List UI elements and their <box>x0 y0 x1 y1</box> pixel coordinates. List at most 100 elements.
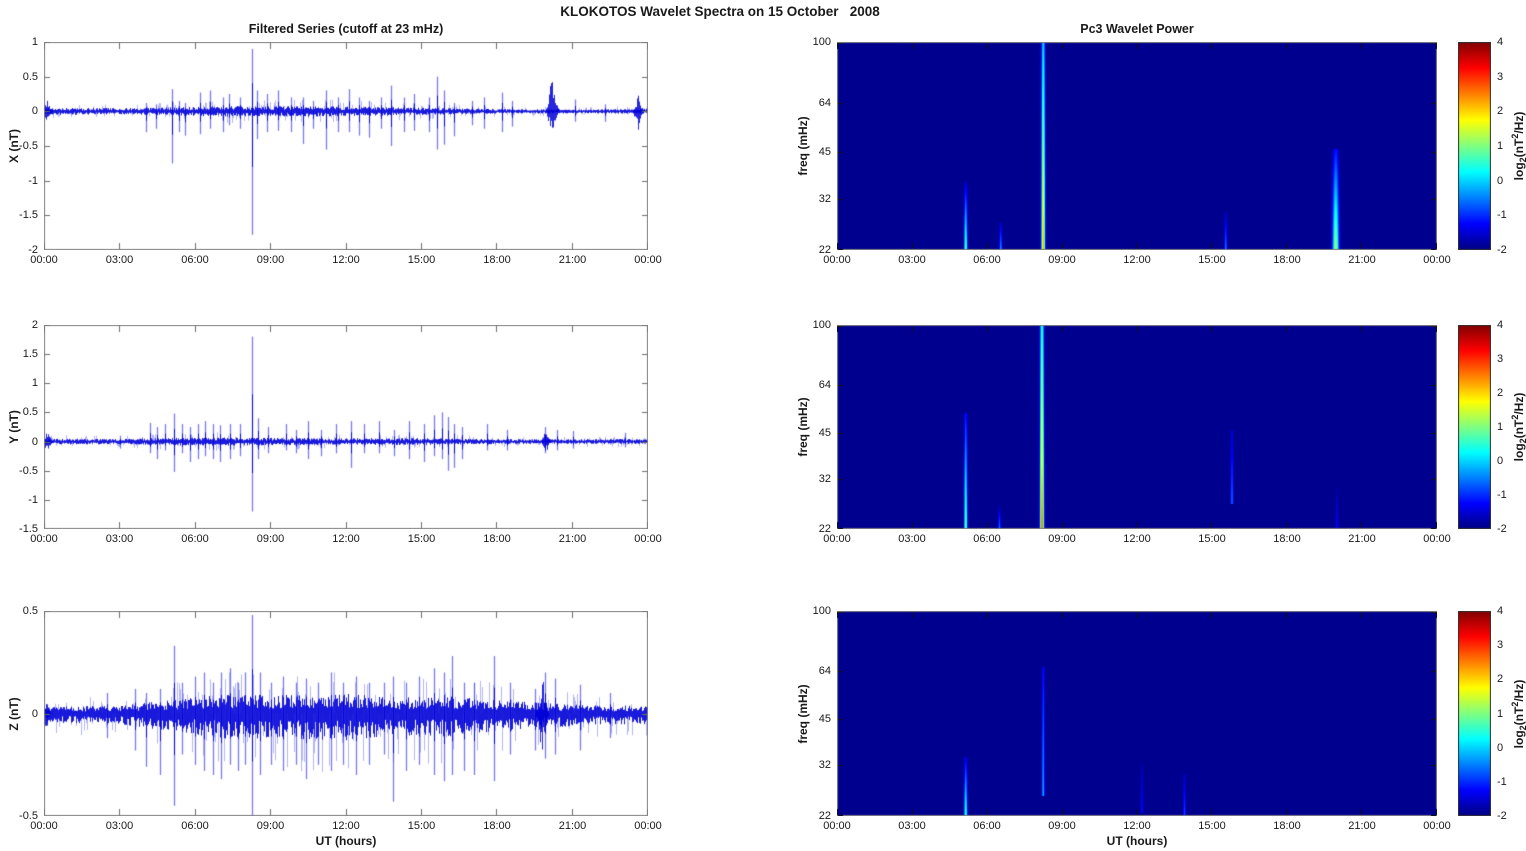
y-tick-label: 0.5 <box>22 70 38 83</box>
y-wavelet-power-panel <box>837 325 1437 529</box>
colorbar-label-mid: (nT <box>1511 419 1526 439</box>
colorbar-tick-label: 1 <box>1497 140 1504 152</box>
colorbar-label-sup: 2 <box>1509 414 1520 420</box>
y-tick-label: 32 <box>818 192 831 205</box>
x-tick-label: 09:00 <box>1048 533 1076 545</box>
x-tick-label: 12:00 <box>332 820 360 832</box>
filtered-series-title: Filtered Series (cutoff at 23 mHz) <box>248 22 444 36</box>
x-tick-label: 06:00 <box>973 820 1001 832</box>
colorbar-label-sub: 2 <box>1518 157 1526 162</box>
y-wavelet-power-plot <box>837 325 1437 529</box>
colorbar-label-end: /Hz) <box>1511 679 1526 702</box>
ut-hours-label-left: UT (hours) <box>315 834 377 848</box>
colorbar-label-mid: (nT <box>1511 706 1526 725</box>
y-filtered-series-plot <box>44 325 648 529</box>
colorbar-tick-label: 4 <box>1497 319 1504 331</box>
colorbar-tick-label: 2 <box>1497 387 1504 399</box>
x-tick-label: 15:00 <box>407 820 436 832</box>
colorbar-middle <box>1458 325 1491 529</box>
colorbar-top <box>1458 42 1491 250</box>
colorbar-middle-gradient <box>1458 325 1491 529</box>
colorbar-tick-label: 2 <box>1497 105 1504 118</box>
y-tick-label: 100 <box>812 605 831 617</box>
colorbar-tick-label: -2 <box>1497 244 1507 256</box>
x-tick-label: 15:00 <box>1198 820 1226 832</box>
colorbar-label-end: /Hz) <box>1511 111 1526 134</box>
y-filtered-series-panel <box>44 325 648 529</box>
x-tick-label: 12:00 <box>1123 254 1151 266</box>
y-tick-label: 22 <box>818 244 831 256</box>
colorbar-top-gradient <box>1458 42 1491 250</box>
y-tick-label: 45 <box>818 426 831 439</box>
colorbar-tick-label: 4 <box>1497 36 1504 48</box>
x-tick-label: 00:00 <box>634 254 662 266</box>
y-tick-label: 2 <box>31 319 38 331</box>
y-tick-label: 1 <box>31 36 38 48</box>
colorbar-label-base: log <box>1511 729 1526 748</box>
x-tick-label: 15:00 <box>1198 254 1226 266</box>
x-filtered-series-plot <box>44 42 648 250</box>
figure-title: KLOKOTOS Wavelet Spectra on 15 October 2… <box>560 4 880 19</box>
y-tick-label: -1 <box>28 174 38 187</box>
colorbar-tick-label: 0 <box>1497 455 1504 467</box>
colorbar-tick-label: 4 <box>1497 605 1504 617</box>
y-tick-label: 32 <box>818 472 831 485</box>
x-tick-label: 06:00 <box>181 820 209 832</box>
x-tick-label: 12:00 <box>332 254 360 266</box>
x-tick-label: 09:00 <box>1048 820 1076 832</box>
y-tick-label: 0.5 <box>22 406 38 419</box>
colorbar-tick-label: 1 <box>1497 421 1504 433</box>
colorbar-label-sup: 2 <box>1509 701 1520 707</box>
x-tick-label: 21:00 <box>558 254 587 266</box>
y-tick-label: 64 <box>818 379 831 392</box>
colorbar-tick-label: -2 <box>1497 810 1507 822</box>
x-tick-label: 21:00 <box>558 533 587 545</box>
colorbar-label-bottom: log2(nT2/Hz) <box>1510 679 1526 748</box>
y-tick-label: 64 <box>818 665 831 678</box>
colorbar-label-sub: 2 <box>1518 725 1526 730</box>
x-tick-label: 21:00 <box>1348 254 1376 266</box>
x-tick-label: 18:00 <box>1273 820 1301 832</box>
x-tick-label: 18:00 <box>483 533 511 545</box>
x-tick-label: 03:00 <box>898 254 926 266</box>
colorbar-tick-label: -1 <box>1497 489 1507 501</box>
colorbar-label-mid: (nT <box>1511 138 1526 158</box>
y-tick-label: 32 <box>818 759 831 772</box>
colorbar-tick-label: -1 <box>1497 775 1507 788</box>
y-tick-label: 0 <box>31 105 38 118</box>
colorbar-tick-label: 3 <box>1497 639 1504 652</box>
x-tick-label: 06:00 <box>973 254 1001 266</box>
x-tick-label: 21:00 <box>1348 820 1376 832</box>
y-tick-label: 1 <box>31 377 38 390</box>
x-tick-label: 18:00 <box>1273 533 1301 545</box>
y-tick-label: 0 <box>31 435 38 448</box>
colorbar-bottom <box>1458 611 1491 816</box>
x-tick-label: 09:00 <box>1048 254 1076 266</box>
x-tick-label: 00:00 <box>1423 533 1451 545</box>
y-tick-label: 45 <box>818 145 831 158</box>
x-tick-label: 18:00 <box>483 820 511 832</box>
x-tick-label: 03:00 <box>898 820 926 832</box>
y-tick-label: -1.5 <box>19 209 38 222</box>
x-tick-label: 00:00 <box>634 820 662 832</box>
y-tick-label: 64 <box>818 97 831 110</box>
x-tick-label: 09:00 <box>256 533 285 545</box>
x-tick-label: 06:00 <box>181 254 209 266</box>
x-tick-label: 00:00 <box>634 533 662 545</box>
y-tick-label: -1 <box>28 493 38 506</box>
z-wavelet-power-panel <box>837 611 1437 816</box>
x-wavelet-power-panel <box>837 42 1437 250</box>
y-tick-label: 100 <box>812 319 831 331</box>
y-tick-label: -0.5 <box>19 810 38 822</box>
colorbar-label-sup: 2 <box>1509 133 1520 139</box>
x-tick-label: 00:00 <box>1423 254 1451 266</box>
y-tick-label: -2 <box>28 244 38 256</box>
y-tick-label: -0.5 <box>19 140 38 152</box>
z-filtered-series-panel <box>44 611 648 816</box>
colorbar-label-middle: log2(nT2/Hz) <box>1510 393 1526 462</box>
y-tick-label: 45 <box>818 713 831 726</box>
colorbar-tick-label: 2 <box>1497 673 1504 686</box>
pc3-wavelet-power-title: Pc3 Wavelet Power <box>1080 22 1194 36</box>
x-tick-label: 06:00 <box>181 533 209 545</box>
x-filtered-series-panel <box>44 42 648 250</box>
